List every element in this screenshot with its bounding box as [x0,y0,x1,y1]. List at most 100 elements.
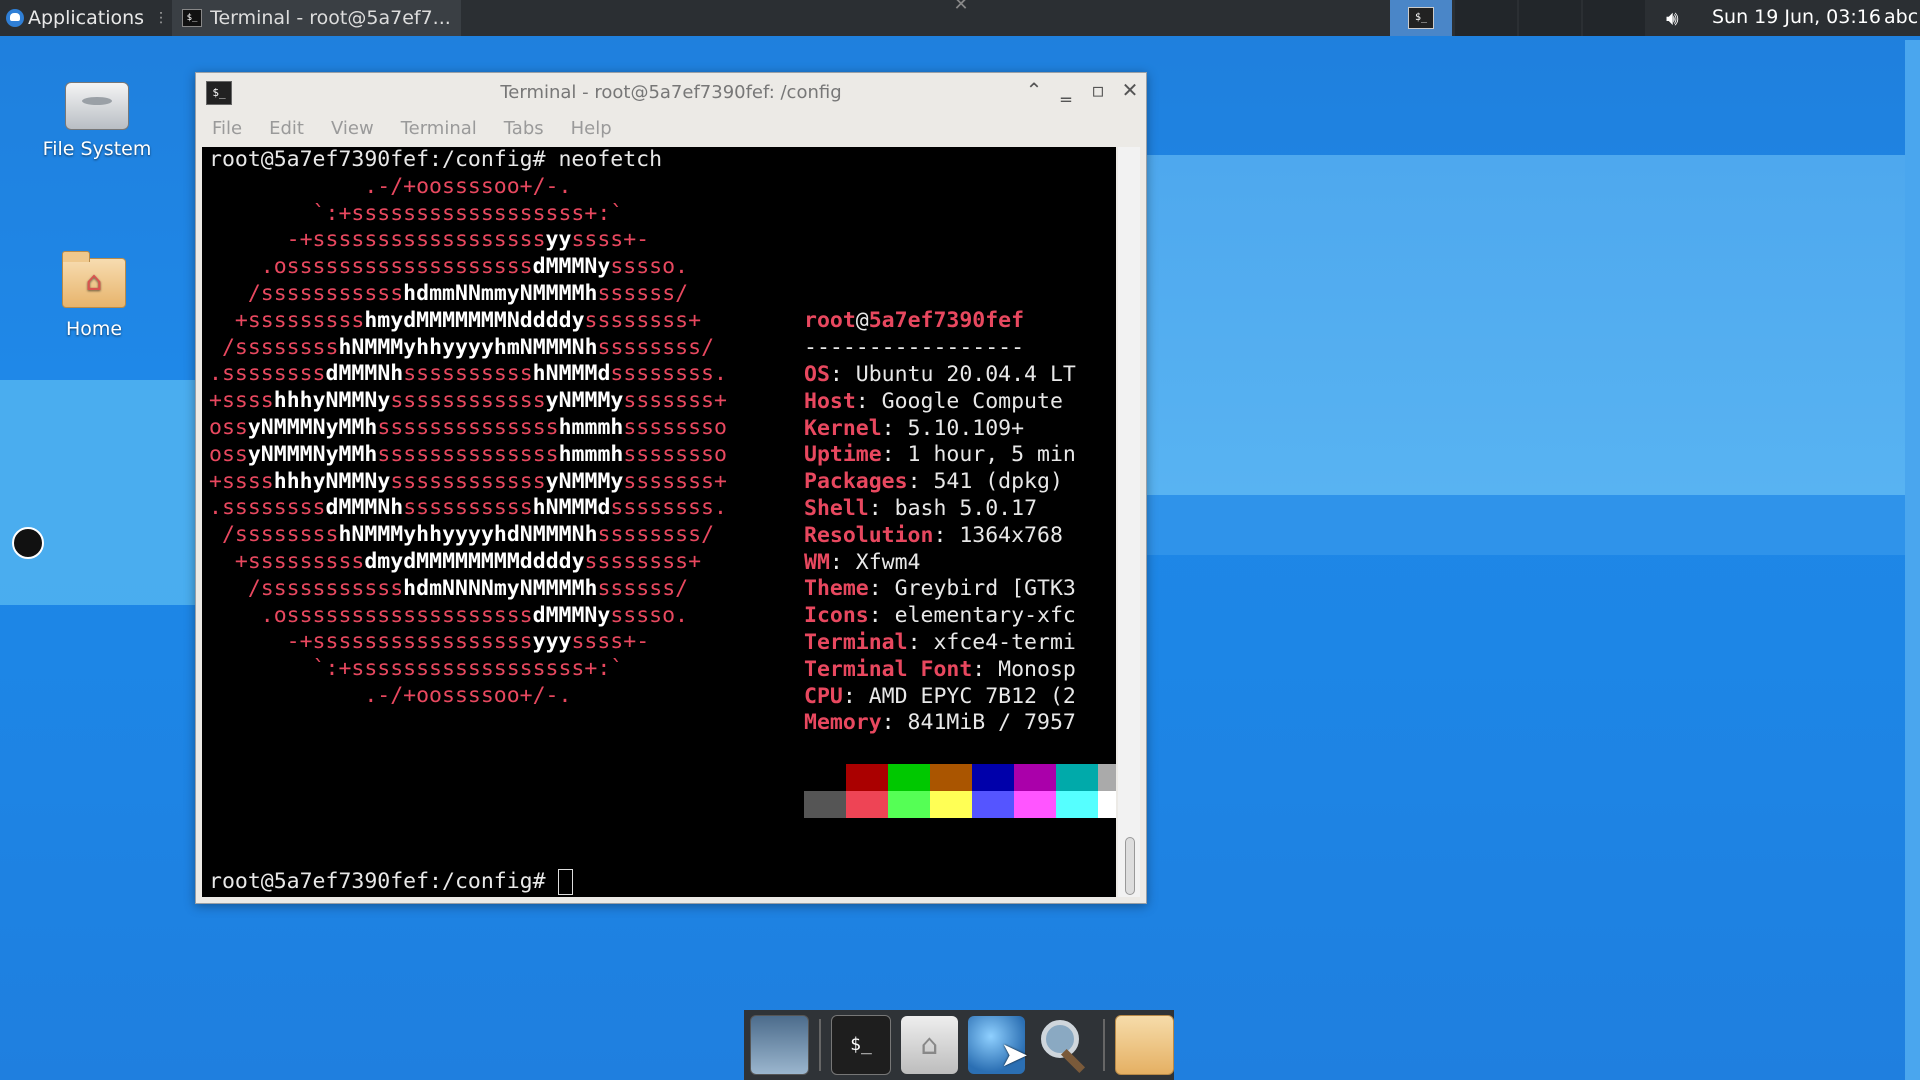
info-line: Resolution: 1364x768 [804,523,1063,550]
info-line: Terminal Font: Monosp [804,657,1076,684]
info-key: Memory [804,710,882,736]
info-line: Host: Google Compute [804,389,1063,416]
terminal-window[interactable]: $_ Terminal - root@5a7ef7390fef: /config… [195,72,1147,904]
info-value: : Ubuntu 20.04.4 LT [829,362,1076,387]
palette-swatch [1098,791,1116,818]
command-line: root@5a7ef7390fef:/config# neofetch [209,147,663,172]
ascii-art-line: .osssssssssssssssssssdMMMNysssso. [209,254,688,280]
info-line: Memory: 841MiB / 7957 [804,710,1076,737]
applications-menu-button[interactable]: Applications [0,0,150,36]
drive-icon [65,82,129,130]
terminal-output[interactable]: root@5a7ef7390fef:/config# neofetch .-/+… [202,147,1116,897]
taskbar-terminal-button[interactable]: $_ Terminal - root@5a7ef7... [172,0,461,36]
ascii-art-line: /ssssssssssshdmNNNNmyNMMMMhssssss/ [209,575,689,601]
info-line: Icons: elementary-xfc [804,603,1076,630]
palette-swatch [804,791,846,818]
ascii-art-line: .ssssssssdMMMNhsssssssssshNMMMdssssssss. [209,495,727,521]
info-key: OS [804,362,830,387]
maximize-icon[interactable]: ▫ [1088,78,1108,102]
recording-indicator-dot [12,527,44,559]
ascii-art-line: ossyNMMMNyMMhsssssssssssssshmmmhssssssso [209,441,727,467]
ascii-art-line: .-/+oossssoo+/-. [209,683,572,708]
clock[interactable]: Sun 19 Jun, 03:16 [1712,6,1881,28]
ascii-art-line: `:+ssssssssssssssssss+:` [209,656,624,682]
panel-separator: ⋮ [154,10,169,26]
info-key: Packages [804,469,908,495]
show-desktop-icon[interactable] [750,1015,810,1075]
workspace-2-button[interactable] [1455,0,1517,36]
prompt-line[interactable]: root@5a7ef7390fef:/config# [209,869,573,896]
palette-swatch [804,764,846,791]
info-line: CPU: AMD EPYC 7B12 (2 [804,684,1076,711]
ascii-art-line: +sssssssssdmydMMMMMMMMddddyssssssss+ [209,549,702,574]
menu-view[interactable]: View [331,118,374,139]
applications-label: Applications [28,7,145,29]
workspace-4-button[interactable] [1583,0,1645,36]
info-key: Uptime [804,442,882,468]
info-key: Terminal [804,630,908,655]
info-value: : xfce4-termi [907,630,1076,655]
palette-swatch [1056,791,1098,818]
workspace-switcher[interactable] [1455,0,1647,36]
window-titlebar[interactable]: $_ Terminal - root@5a7ef7390fef: /config… [196,73,1146,111]
palette-swatch [1098,764,1116,791]
mouse-pointer-icon: ➤ [1000,1035,1029,1075]
palette-swatch [888,764,930,791]
xfce-logo-icon [6,9,24,27]
menu-help[interactable]: Help [571,118,612,139]
minimize-icon[interactable]: ‗ [1056,78,1076,102]
user-name: root [804,308,856,333]
separator-line: ----------------- [804,335,1025,360]
info-value: : Greybird [GTK3 [868,576,1076,602]
keyboard-layout-indicator[interactable]: abc [1884,6,1918,28]
info-key: WM [804,549,830,575]
palette-swatch [930,764,972,791]
folder-icon[interactable] [1114,1015,1175,1075]
shade-icon[interactable]: ⌃ [1024,78,1044,102]
palette-swatch [972,764,1014,791]
info-key: Shell [804,496,869,521]
info-key: Icons [804,603,869,629]
desktop-icon-home[interactable]: Home [19,251,169,340]
info-value: : 841MiB / 7957 [881,710,1076,736]
info-key: CPU [804,683,843,709]
info-value: : 1 hour, 5 min [881,442,1076,468]
scrollbar-thumb[interactable] [1125,837,1135,895]
ascii-art-line: -+ssssssssssssssssssyyssss+- [209,227,650,253]
info-line: Kernel: 5.10.109+ [804,416,1024,443]
ascii-art-line: .ssssssssdMMMNhsssssssssshNMMMdssssssss. [209,361,727,387]
search-icon[interactable] [1035,1016,1092,1074]
dock-separator [819,1019,822,1071]
scrollbar[interactable] [1118,147,1140,897]
menu-bar: File Edit View Terminal Tabs Help [196,111,1146,145]
terminal-icon[interactable]: $_ [831,1015,891,1075]
desktop-bg-patch [0,380,195,605]
info-key: Theme [804,576,869,602]
volume-icon[interactable]: 🔊︎ [1666,6,1679,30]
desktop-bg-patch [1145,155,1920,495]
terminal-icon: $_ [182,9,203,27]
close-icon[interactable]: ✕ [950,0,972,14]
home-folder-icon [62,251,126,308]
window-title: Terminal - root@5a7ef7390fef: /config [500,82,842,103]
info-line: OS: Ubuntu 20.04.4 LT [804,362,1076,389]
palette-row-bright [804,791,1116,818]
menu-terminal[interactable]: Terminal [401,118,477,139]
info-value: : elementary-xfc [868,603,1076,629]
menu-tabs[interactable]: Tabs [504,118,544,139]
ascii-art-line: .osssssssssssssssssssdMMMNysssso. [209,602,688,628]
desktop-icon-file-system[interactable]: File System [22,82,172,160]
desktop-bg-patch [1905,40,1920,1080]
palette-swatch [1014,791,1056,818]
workspace-1-button[interactable]: $_ [1390,0,1452,36]
home-folder-icon[interactable] [900,1016,958,1074]
info-line: Theme: Greybird [GTK3 [804,576,1076,603]
menu-file[interactable]: File [212,118,242,139]
workspace-3-button[interactable] [1519,0,1581,36]
info-key: Kernel [804,415,882,441]
close-icon[interactable]: ✕ [1120,78,1140,102]
terminal-icon: $_ [1408,7,1434,29]
palette-row-normal [804,764,1116,791]
info-value: : 541 (dpkg) [907,469,1063,495]
menu-edit[interactable]: Edit [269,118,304,139]
